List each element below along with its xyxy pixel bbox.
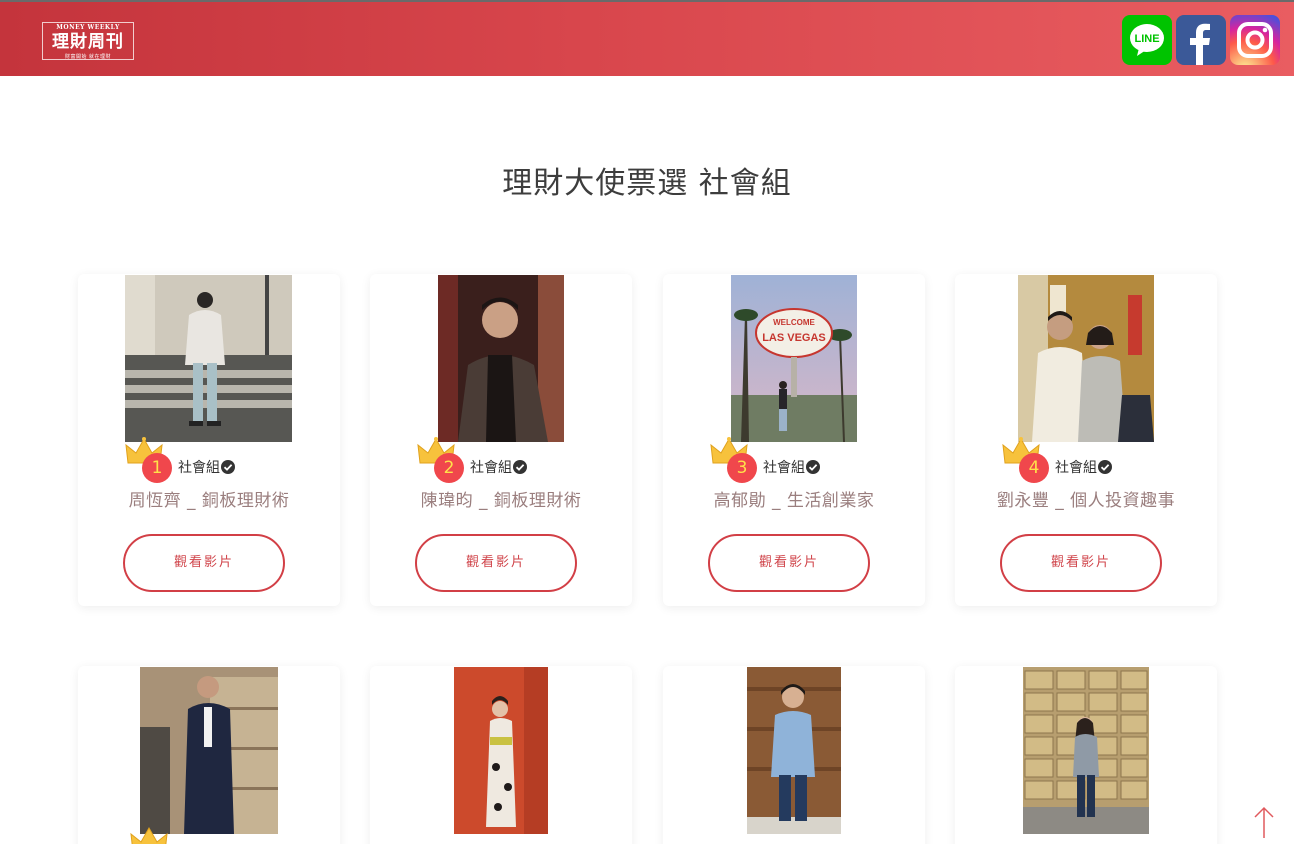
candidate-name: 高郁勛 _ 生活創業家	[713, 491, 875, 511]
watch-video-button[interactable]: 觀看影片	[1000, 534, 1162, 592]
candidate-photo[interactable]	[438, 275, 564, 442]
money-weekly-logo[interactable]: MONEY WEEKLY 理財周刊 財富開始 就在理財	[42, 22, 134, 60]
group-label: 社會組	[178, 459, 235, 477]
watch-video-button[interactable]: 觀看影片	[123, 534, 285, 592]
candidate-card	[370, 666, 632, 844]
arrow-up-icon[interactable]	[1252, 806, 1276, 840]
candidate-name: 劉永豐 _ 個人投資趣事	[996, 491, 1176, 511]
candidate-name: 陳瑋昀 _ 銅板理財術	[420, 491, 582, 511]
candidate-card	[663, 666, 925, 844]
candidate-photo[interactable]	[140, 667, 278, 834]
candidate-card	[955, 666, 1217, 844]
svg-text:LAS VEGAS: LAS VEGAS	[762, 332, 826, 344]
group-text: 社會組	[470, 460, 512, 476]
candidate-name: 周恆齊 _ 銅板理財術	[128, 491, 290, 511]
rank-badge: 4	[1019, 453, 1049, 483]
group-text: 社會組	[178, 460, 220, 476]
group-label: 社會組	[1055, 459, 1112, 477]
candidate-photo[interactable]	[1023, 667, 1149, 834]
group-label: 社會組	[763, 459, 820, 477]
candidate-card: 4 社會組 劉永豐 _ 個人投資趣事 觀看影片	[955, 274, 1217, 606]
svg-text:WELCOME: WELCOME	[773, 318, 815, 327]
facebook-icon[interactable]	[1176, 15, 1226, 65]
watch-video-button[interactable]: 觀看影片	[415, 534, 577, 592]
logo-english: MONEY WEEKLY	[56, 24, 120, 31]
candidate-card: 1 社會組 周恆齊 _ 銅板理財術 觀看影片	[78, 274, 340, 606]
logo-slogan: 財富開始 就在理財	[64, 54, 112, 60]
logo-chinese: 理財周刊	[52, 32, 124, 52]
candidate-photo[interactable]	[1018, 275, 1154, 442]
check-circle-icon	[806, 460, 820, 474]
line-icon[interactable]: LINE	[1122, 15, 1172, 65]
site-header: MONEY WEEKLY 理財周刊 財富開始 就在理財 LINE	[0, 0, 1294, 76]
group-label: 社會組	[470, 459, 527, 477]
group-text: 社會組	[1055, 460, 1097, 476]
crown-icon	[130, 826, 170, 844]
check-circle-icon	[513, 460, 527, 474]
rank-badge: 1	[142, 453, 172, 483]
candidate-photo[interactable]	[747, 667, 841, 834]
candidate-card	[78, 666, 340, 844]
candidate-photo[interactable]	[454, 667, 548, 834]
rank-badge: 3	[727, 453, 757, 483]
check-circle-icon	[221, 460, 235, 474]
watch-video-button[interactable]: 觀看影片	[708, 534, 870, 592]
page-title: 理財大使票選 社會組	[502, 166, 792, 201]
candidate-photo[interactable]: WELCOME LAS VEGAS	[731, 275, 857, 442]
svg-text:LINE: LINE	[1134, 33, 1159, 45]
candidate-card: 2 社會組 陳瑋昀 _ 銅板理財術 觀看影片	[370, 274, 632, 606]
check-circle-icon	[1098, 460, 1112, 474]
candidate-card: WELCOME LAS VEGAS 3 社會組 高郁勛 _ 生活創業家 觀看影片	[663, 274, 925, 606]
rank-badge: 2	[434, 453, 464, 483]
group-text: 社會組	[763, 460, 805, 476]
instagram-icon[interactable]	[1230, 15, 1280, 65]
candidate-photo[interactable]	[125, 275, 292, 442]
